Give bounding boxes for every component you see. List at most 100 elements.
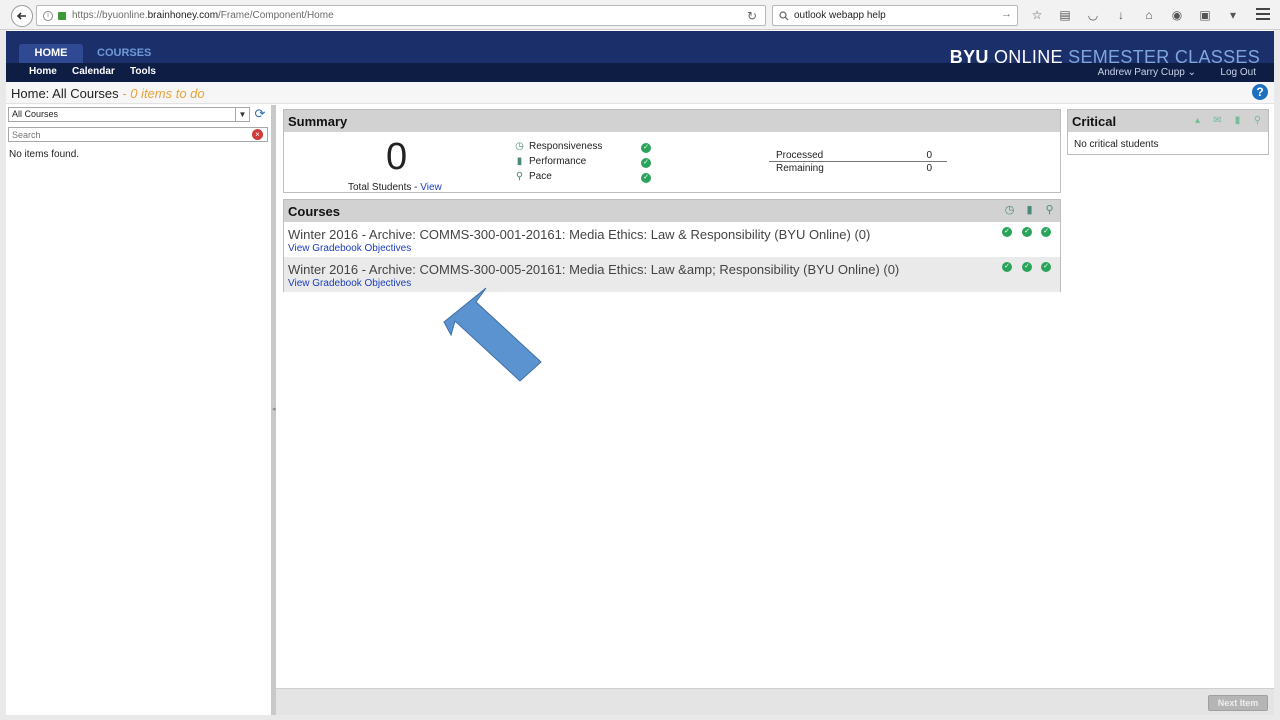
user-name: Andrew Parry Cupp xyxy=(1097,67,1185,78)
url-text: https://byuonline.brainhoney.com/Frame/C… xyxy=(72,10,334,21)
course-filter-value: All Courses xyxy=(12,109,59,119)
processed-label: Processed xyxy=(776,150,824,161)
course-filter-select[interactable]: All Courses ▼ xyxy=(8,107,250,122)
todo-count[interactable]: 0 items to do xyxy=(130,86,204,101)
menu-icon[interactable] xyxy=(1256,8,1270,20)
logout-link[interactable]: Log Out xyxy=(1220,67,1256,78)
critical-panel: Critical ▴ ✉ ▮ ⚲ No critical students xyxy=(1067,109,1269,155)
processed-row: Processed 0 xyxy=(776,150,946,161)
refresh-icon[interactable]: ⟳ xyxy=(253,107,267,121)
clear-search-icon[interactable]: × xyxy=(252,129,263,140)
course-row[interactable]: Winter 2016 - Archive: COMMS-300-001-201… xyxy=(284,222,1060,257)
courses-heading: Courses xyxy=(284,200,1060,222)
collapse-icon[interactable]: ▴ xyxy=(1191,114,1204,127)
subnav-home[interactable]: Home xyxy=(29,66,57,77)
course-row[interactable]: Winter 2016 - Archive: COMMS-300-005-201… xyxy=(284,257,1060,292)
bar-chart-icon[interactable]: ▮ xyxy=(1023,204,1036,217)
remaining-label: Remaining xyxy=(776,163,824,174)
check-icon: ✓ xyxy=(641,143,651,153)
runner-icon: ⚲ xyxy=(515,171,524,182)
main-area: Summary 0 Total Students - View ◷ Respons… xyxy=(276,105,1274,688)
todo-separator: - xyxy=(118,86,131,101)
check-icon: ✓ xyxy=(1041,227,1051,237)
toolbar-icons: ☆ ▤ ◡ ↓ ⌂ ◉ ▣ ▾ xyxy=(1028,7,1242,23)
critical-empty-text: No critical students xyxy=(1074,139,1159,150)
metric-label: Pace xyxy=(529,171,552,182)
course-status: ✓ ✓ ✓ xyxy=(1002,227,1056,239)
check-icon: ✓ xyxy=(641,158,651,168)
runner-icon[interactable]: ⚲ xyxy=(1251,114,1264,127)
left-search-input[interactable] xyxy=(8,127,268,142)
check-icon: ✓ xyxy=(1022,227,1032,237)
page-title: Home: All Courses - 0 items to do xyxy=(11,86,205,101)
left-panel: All Courses ▼ ⟳ × No items found. xyxy=(6,105,271,715)
chevron-down-icon: ⌄ xyxy=(1187,67,1196,78)
search-icon xyxy=(779,10,789,20)
sub-navigation: Home Calendar Tools Andrew Parry Cupp ⌄ … xyxy=(6,63,1274,82)
check-icon: ✓ xyxy=(641,173,651,183)
chat-icon[interactable]: ◉ xyxy=(1168,7,1186,23)
back-button[interactable] xyxy=(11,5,33,27)
info-icon: i xyxy=(43,10,53,21)
remaining-value: 0 xyxy=(926,163,932,174)
check-icon: ✓ xyxy=(1041,262,1051,272)
reload-icon[interactable]: ↻ xyxy=(747,9,757,23)
bar-chart-icon: ▮ xyxy=(516,156,523,167)
help-icon[interactable]: ? xyxy=(1252,84,1268,100)
subnav-calendar[interactable]: Calendar xyxy=(72,66,115,77)
metric-responsiveness: ◷ Responsiveness xyxy=(514,141,602,152)
summary-panel: Summary 0 Total Students - View ◷ Respons… xyxy=(283,109,1061,193)
remaining-row: Remaining 0 xyxy=(776,163,946,174)
courses-panel: Courses ◷ ▮ ⚲ Winter 2016 - Archive: COM… xyxy=(283,199,1061,292)
mail-icon[interactable]: ✉ xyxy=(1211,114,1224,127)
course-title[interactable]: Winter 2016 - Archive: COMMS-300-001-201… xyxy=(288,227,870,242)
home-icon[interactable]: ⌂ xyxy=(1140,7,1158,23)
browser-search-value: outlook webapp help xyxy=(794,10,886,21)
clock-icon[interactable]: ◷ xyxy=(1003,204,1016,217)
page-title-main: Home: All Courses xyxy=(11,86,119,101)
check-icon: ✓ xyxy=(1002,227,1012,237)
processed-value: 0 xyxy=(926,150,932,161)
search-go-icon[interactable]: → xyxy=(1001,8,1012,20)
frame-bottom xyxy=(0,715,1280,720)
view-students-link[interactable]: View xyxy=(420,182,442,193)
metric-performance: ▮ Performance xyxy=(514,156,587,167)
lock-icon xyxy=(58,11,66,20)
page-title-bar: Home: All Courses - 0 items to do ? xyxy=(6,82,1274,104)
browser-toolbar: i https://byuonline.brainhoney.com/Frame… xyxy=(0,0,1280,30)
back-arrow-icon xyxy=(16,12,26,20)
bar-chart-icon[interactable]: ▮ xyxy=(1231,114,1244,127)
metric-label: Performance xyxy=(529,156,587,167)
course-title[interactable]: Winter 2016 - Archive: COMMS-300-005-201… xyxy=(288,262,899,277)
app-header: HOME COURSES BYU ONLINE SEMESTER CLASSES xyxy=(6,31,1274,67)
clock-icon: ◷ xyxy=(515,141,524,152)
courses-header-icons: ◷ ▮ ⚲ xyxy=(1003,204,1056,217)
check-icon: ✓ xyxy=(1002,262,1012,272)
chevron-down-icon[interactable]: ▾ xyxy=(1224,7,1242,23)
footer-bar: Next Item xyxy=(276,688,1274,715)
browser-search-field[interactable]: outlook webapp help → xyxy=(772,5,1018,26)
total-students-label: Total Students - View xyxy=(348,182,442,193)
bookmark-star-icon[interactable]: ☆ xyxy=(1028,7,1046,23)
check-icon: ✓ xyxy=(1022,262,1032,272)
total-students-text: Total Students - xyxy=(348,182,421,193)
next-item-button[interactable]: Next Item xyxy=(1208,695,1268,711)
view-gradebook-link[interactable]: View Gradebook Objectives xyxy=(288,243,411,254)
metric-pace: ⚲ Pace xyxy=(514,171,552,182)
course-status: ✓ ✓ ✓ xyxy=(1002,262,1056,274)
user-menu[interactable]: Andrew Parry Cupp ⌄ xyxy=(1098,67,1196,78)
subnav-tools[interactable]: Tools xyxy=(130,66,156,77)
download-icon[interactable]: ↓ xyxy=(1112,7,1130,23)
chevron-down-icon: ▼ xyxy=(235,108,249,121)
addon-icon[interactable]: ▣ xyxy=(1196,7,1214,23)
address-bar[interactable]: i https://byuonline.brainhoney.com/Frame… xyxy=(36,5,766,26)
reading-list-icon[interactable]: ▤ xyxy=(1056,7,1074,23)
empty-list-text: No items found. xyxy=(9,149,80,160)
critical-header-icons: ▴ ✉ ▮ ⚲ xyxy=(1191,114,1264,127)
tab-home[interactable]: HOME xyxy=(19,44,83,63)
tab-courses[interactable]: COURSES xyxy=(97,47,151,59)
pocket-icon[interactable]: ◡ xyxy=(1084,7,1102,23)
divider xyxy=(769,161,947,162)
view-gradebook-link[interactable]: View Gradebook Objectives xyxy=(288,278,411,289)
runner-icon[interactable]: ⚲ xyxy=(1043,204,1056,217)
